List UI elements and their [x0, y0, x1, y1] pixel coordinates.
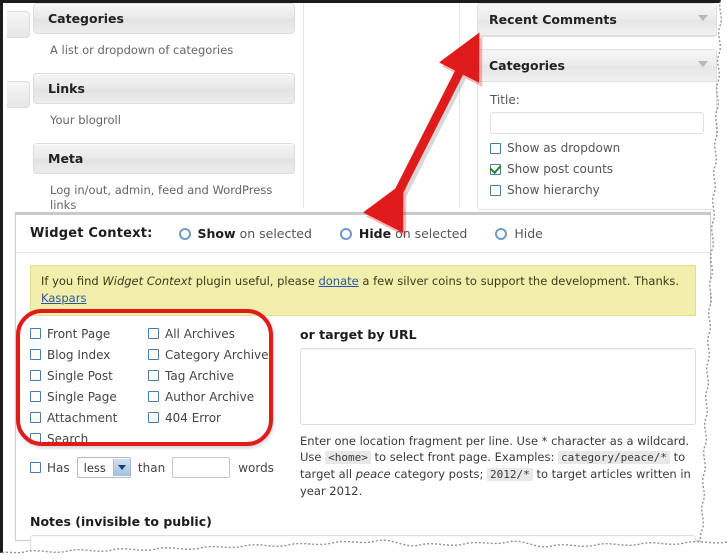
notice-text-2: plugin useful, please [192, 274, 319, 288]
donate-link[interactable]: donate [318, 274, 358, 288]
offscreen-widget-sliver-1 [7, 11, 30, 38]
checkbox-icon[interactable] [30, 462, 41, 473]
available-widget-title[interactable]: Meta [33, 143, 295, 174]
word-count-comparator-select[interactable]: less [76, 457, 131, 478]
title-field-label: Title: [490, 93, 520, 107]
help-text-4: category posts; [390, 467, 488, 481]
widget-title-input[interactable] [490, 112, 704, 134]
available-widgets-column: Categories A list or dropdown of categor… [33, 3, 295, 228]
word-count-middle: than [137, 460, 166, 475]
url-target-heading: or target by URL [300, 327, 417, 342]
word-count-prefix: Has [47, 460, 70, 475]
offscreen-widget-sliver-2 [7, 81, 30, 108]
panel-header[interactable]: Categories [478, 50, 716, 82]
radio-label-strong: Hide [358, 226, 392, 241]
help-em-peace: peace [355, 467, 391, 481]
window-border-left [0, 0, 3, 556]
available-widget-description: Your blogroll [50, 113, 121, 127]
radio-label-strong: Hide [514, 226, 543, 241]
widget-context-heading: Widget Context: [30, 226, 153, 241]
radio-option-hide[interactable]: Hide [495, 226, 543, 241]
word-count-suffix: words [238, 460, 274, 475]
notes-heading: Notes (invisible to public) [30, 514, 212, 529]
chevron-down-icon[interactable] [698, 15, 708, 21]
notice-text-1: If you find [41, 274, 103, 288]
checkbox-checked-icon[interactable] [490, 163, 501, 175]
notes-textarea[interactable] [30, 535, 696, 559]
notes-section: Notes (invisible to public) [16, 514, 710, 559]
option-show-hierarchy[interactable]: Show hierarchy [490, 183, 704, 197]
widgets-admin-area: Categories A list or dropdown of categor… [3, 3, 727, 212]
window-border-top [0, 0, 727, 3]
panel-header[interactable]: Recent Comments [478, 4, 716, 36]
column-divider-1 [303, 3, 304, 208]
radio-option-hide-on-selected[interactable]: Hide on selected [339, 226, 468, 241]
help-text-2: to select front page. Examples: [370, 450, 559, 464]
column-divider-2 [459, 3, 460, 208]
option-label: Show as dropdown [507, 141, 621, 155]
notice-text-3: a few silver coins to support the develo… [358, 274, 680, 288]
available-widget-links[interactable]: Links Your blogroll [33, 73, 295, 142]
available-widget-title[interactable]: Categories [33, 3, 295, 34]
radio-icon[interactable] [178, 227, 191, 240]
notice-plugin-name: Widget Context [102, 274, 193, 288]
option-show-post-counts[interactable]: Show post counts [490, 162, 704, 176]
radio-label-rest: on selected [239, 226, 312, 241]
url-target-column: or target by URL Enter one location frag… [280, 327, 696, 499]
panel-body: Title: Show as dropdown Show post counts… [478, 82, 716, 209]
help-code-year: 2012/* [487, 468, 533, 481]
author-link[interactable]: Kaspars [41, 291, 86, 305]
panel-title: Recent Comments [489, 12, 617, 27]
radio-label-strong: Show [197, 226, 236, 241]
url-target-textarea[interactable] [300, 348, 696, 425]
select-value: less [83, 460, 106, 475]
help-code-category: category/peace/* [558, 451, 670, 464]
sidebar-panel-recent-comments[interactable]: Recent Comments [477, 3, 717, 37]
chevron-down-icon[interactable] [698, 61, 708, 67]
red-highlight-ellipse [16, 309, 273, 446]
radio-icon[interactable] [495, 227, 508, 240]
checkbox-icon[interactable] [490, 142, 501, 154]
help-code-home: <home> [325, 451, 371, 464]
available-widget-description: A list or dropdown of categories [50, 43, 234, 57]
widget-context-header: Widget Context: Show on selected Hide on… [16, 215, 710, 253]
option-label: Show post counts [507, 162, 614, 176]
panel-title: Categories [489, 58, 565, 73]
sidebar-widgets-column: Recent Comments Categories Title: Show a… [477, 3, 717, 221]
chevron-down-icon[interactable] [112, 459, 130, 476]
available-widget-categories[interactable]: Categories A list or dropdown of categor… [33, 3, 295, 72]
available-widget-title[interactable]: Links [33, 73, 295, 104]
word-count-input[interactable] [172, 457, 231, 478]
url-target-help: Enter one location fragment per line. Us… [300, 433, 696, 499]
radio-label-rest: on selected [395, 226, 468, 241]
radio-icon[interactable] [339, 227, 352, 240]
option-show-as-dropdown[interactable]: Show as dropdown [490, 141, 704, 155]
option-label: Show hierarchy [507, 183, 600, 197]
sidebar-panel-categories[interactable]: Categories Title: Show as dropdown Show … [477, 49, 717, 210]
radio-option-show-on-selected[interactable]: Show on selected [178, 226, 312, 241]
screenshot-canvas: Categories A list or dropdown of categor… [0, 0, 727, 559]
word-count-condition-row[interactable]: Has less than words [30, 457, 280, 478]
checkbox-icon[interactable] [490, 184, 501, 196]
